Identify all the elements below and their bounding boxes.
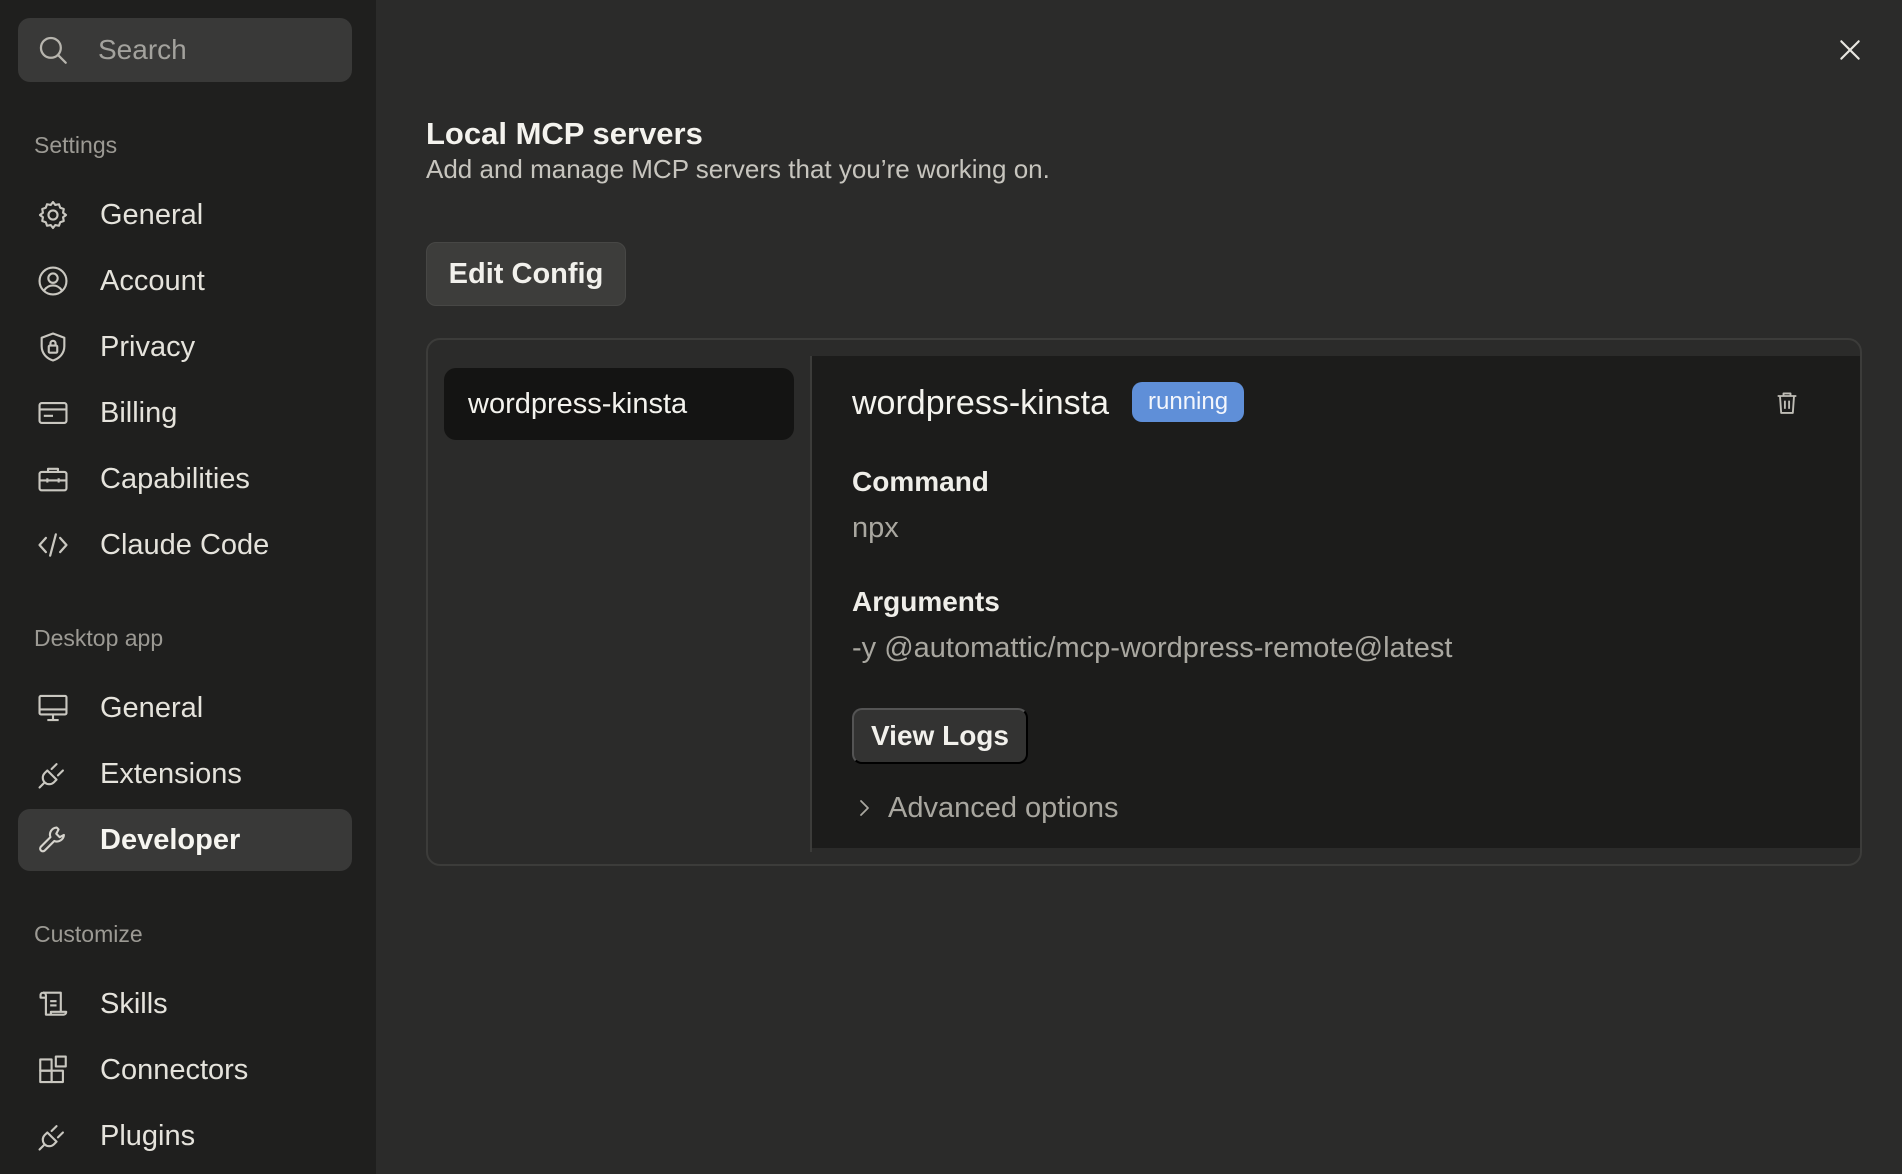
edit-config-button[interactable]: Edit Config (426, 242, 626, 306)
section-label-settings: Settings (34, 132, 118, 158)
plug-icon (34, 755, 72, 793)
sidebar-item-privacy[interactable]: Privacy (18, 316, 352, 378)
server-name: wordpress-kinsta (852, 384, 1109, 422)
sidebar-item-extensions[interactable]: Extensions (18, 743, 352, 805)
blocks-icon (34, 1051, 72, 1089)
page-subtitle: Add and manage MCP servers that you’re w… (426, 154, 1050, 184)
search-icon (39, 36, 67, 64)
trash-icon (1777, 392, 1797, 414)
plug-icon (34, 1117, 72, 1155)
sidebar-item-label: Connectors (100, 1053, 249, 1086)
sidebar-item-label: Account (100, 264, 205, 297)
command-label: Command (852, 466, 989, 497)
server-list-item[interactable]: wordpress-kinsta (444, 368, 794, 440)
arguments-label: Arguments (852, 586, 1000, 617)
sidebar-item-label: Privacy (100, 330, 196, 363)
delete-server-button[interactable] (1770, 386, 1804, 420)
sidebar-item-label: Billing (100, 396, 178, 429)
briefcase-icon (34, 460, 72, 498)
scroll-icon (34, 985, 72, 1023)
sidebar-item-label: Plugins (100, 1119, 196, 1152)
close-button[interactable] (1830, 30, 1870, 70)
sidebar-item-label: General (100, 691, 204, 724)
sidebar-item-label: Capabilities (100, 462, 250, 495)
sidebar-item-plugins[interactable]: Plugins (18, 1105, 352, 1167)
shield-lock-icon (34, 328, 72, 366)
advanced-options-toggle[interactable]: Advanced options (852, 786, 1119, 830)
view-logs-button[interactable]: View Logs (852, 708, 1028, 764)
sidebar-item-account[interactable]: Account (18, 250, 352, 312)
mcp-servers-panel: wordpress-kinsta wordpress-kinsta runnin… (426, 338, 1862, 866)
chevron-right-icon (860, 800, 869, 816)
sidebar-item-label: Claude Code (100, 528, 270, 561)
settings-window: Settings General Account (0, 0, 1902, 1174)
close-icon (1840, 40, 1860, 60)
sidebar-item-label: Skills (100, 987, 168, 1020)
user-circle-icon (34, 262, 72, 300)
command-value: npx (852, 512, 899, 544)
arguments-value: -y @automattic/mcp-wordpress-remote@late… (852, 632, 1453, 664)
sidebar-item-general[interactable]: General (18, 184, 352, 246)
main-panel: Local MCP servers Add and manage MCP ser… (376, 0, 1902, 1174)
code-icon (34, 526, 72, 564)
credit-card-icon (34, 394, 72, 432)
sidebar-item-label: General (100, 198, 204, 231)
sidebar-item-label: Developer (100, 823, 241, 856)
server-detail: wordpress-kinsta running Command npx Arg… (812, 356, 1860, 848)
page-title: Local MCP servers (426, 116, 703, 151)
sidebar-item-developer[interactable]: Developer (18, 809, 352, 871)
status-badge: running (1132, 382, 1245, 422)
section-label-desktop-app: Desktop app (34, 625, 164, 651)
sidebar-item-capabilities[interactable]: Capabilities (18, 448, 352, 510)
sidebar: Settings General Account (0, 0, 376, 1174)
gear-icon (34, 196, 72, 234)
search-input[interactable] (98, 34, 318, 66)
sidebar-item-billing[interactable]: Billing (18, 382, 352, 444)
advanced-options-label: Advanced options (888, 791, 1119, 824)
sidebar-item-claude-code[interactable]: Claude Code (18, 514, 352, 576)
section-label-customize: Customize (34, 921, 143, 947)
sidebar-item-desktop-general[interactable]: General (18, 677, 352, 739)
search-box[interactable] (18, 18, 352, 82)
sidebar-item-skills[interactable]: Skills (18, 973, 352, 1035)
monitor-icon (34, 689, 72, 727)
sidebar-item-connectors[interactable]: Connectors (18, 1039, 352, 1101)
sidebar-item-label: Extensions (100, 757, 242, 790)
wrench-icon (34, 821, 72, 859)
